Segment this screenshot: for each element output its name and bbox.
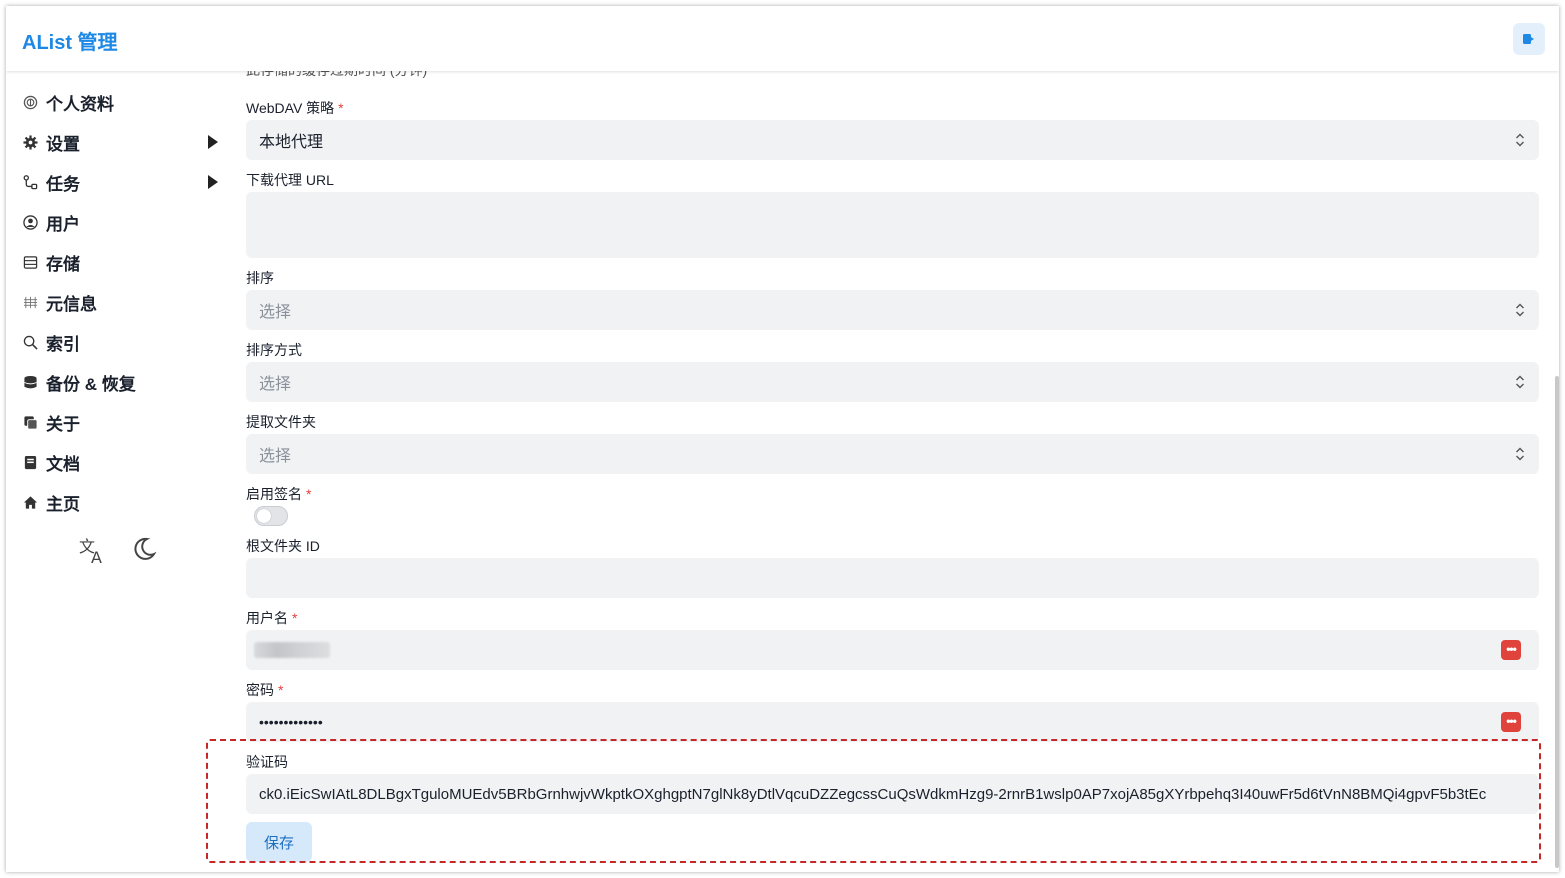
sidebar-item-label: 个人资料: [46, 94, 114, 114]
captcha-label: 验证码: [246, 754, 288, 770]
sidebar-item-about[interactable]: 关于: [22, 410, 218, 434]
password-dots: •••••••••••••: [259, 714, 323, 730]
sidebar-tools: 文A: [78, 535, 158, 570]
fingerprint-icon: [22, 94, 38, 110]
required-mark: *: [292, 610, 298, 626]
order-by-label: 排序: [246, 270, 274, 286]
moon-icon[interactable]: [130, 535, 158, 570]
extract-folder-select[interactable]: 选择: [246, 434, 1539, 474]
username-label: 用户名 *: [246, 608, 297, 628]
webdav-policy-select[interactable]: 本地代理: [246, 120, 1539, 160]
password-input[interactable]: ••••••••••••• •••: [246, 702, 1539, 742]
svg-text:A: A: [91, 548, 102, 565]
storage-edit-form: 此存储的缓存过期时间 (分钟) WebDAV 策略* 本地代理 下载代理 URL…: [246, 71, 1540, 872]
root-folder-id-input[interactable]: [246, 558, 1539, 598]
username-input[interactable]: •••: [246, 630, 1539, 670]
app-title[interactable]: AList 管理: [22, 26, 118, 55]
enable-sign-label: 启用签名 *: [246, 484, 311, 504]
required-mark: *: [338, 100, 344, 116]
sidebar-item-label: 关于: [46, 414, 80, 434]
download-proxy-url-label: 下载代理 URL: [246, 172, 334, 188]
selected-value: 本地代理: [259, 134, 324, 151]
webdav-policy-label: WebDAV 策略 *: [246, 98, 344, 118]
label-text: 启用签名: [246, 486, 302, 502]
sidebar-item-label: 主页: [46, 494, 80, 514]
password-manager-icon[interactable]: •••: [1501, 712, 1521, 732]
sidebar-item-backup-restore[interactable]: 备份 & 恢复: [22, 370, 218, 394]
stack-icon: [22, 374, 38, 390]
captcha-value: ck0.iEicSwIAtL8DLBgxTguloMUEdv5BRbGrnhwj…: [259, 785, 1487, 803]
label-text: 密码: [246, 682, 274, 698]
sidebar-item-label: 文档: [46, 454, 80, 474]
select-placeholder: 选择: [259, 448, 292, 465]
select-chevrons-icon: [1516, 375, 1524, 389]
sidebar-item-label: 任务: [46, 174, 80, 194]
sidebar-item-docs[interactable]: 文档: [22, 450, 218, 474]
label-text: WebDAV 策略: [246, 100, 335, 116]
sidebar-item-tasks[interactable]: 任务: [22, 170, 218, 194]
sidebar-item-metadata[interactable]: 元信息: [22, 290, 218, 314]
sidebar-item-label: 元信息: [46, 294, 97, 314]
sidebar-item-profile[interactable]: 个人资料: [22, 90, 218, 114]
cache-expiration-hint: 此存储的缓存过期时间 (分钟): [246, 71, 427, 80]
flow-icon: [22, 174, 38, 190]
logout-button[interactable]: [1513, 23, 1545, 55]
expand-arrow-icon[interactable]: [208, 175, 218, 189]
select-chevrons-icon: [1516, 133, 1524, 147]
select-chevrons-icon: [1516, 303, 1524, 317]
order-direction-label: 排序方式: [246, 342, 302, 358]
order-by-select[interactable]: 选择: [246, 290, 1539, 330]
translate-icon[interactable]: 文A: [78, 535, 108, 570]
select-placeholder: 选择: [259, 376, 292, 393]
sidebar-item-label: 设置: [46, 134, 80, 154]
sidebar-item-settings[interactable]: 设置: [22, 130, 218, 154]
app-window: AList 管理 个人资料 设置 任务 用户 存储 元信息 索引 备份 & 恢复…: [6, 6, 1559, 872]
home-icon: [22, 494, 38, 510]
gear-icon: [22, 134, 38, 150]
redacted-username: [254, 642, 330, 658]
password-label: 密码 *: [246, 680, 283, 700]
enable-sign-toggle[interactable]: [254, 506, 288, 526]
sidebar-item-label: 用户: [46, 214, 80, 234]
password-manager-icon[interactable]: •••: [1501, 640, 1521, 660]
save-button[interactable]: 保存: [246, 822, 312, 862]
sidebar-item-storage[interactable]: 存储: [22, 250, 218, 274]
sidebar-item-users[interactable]: 用户: [22, 210, 218, 234]
sidebar-item-label: 存储: [46, 254, 80, 274]
vertical-scrollbar[interactable]: [1555, 376, 1559, 868]
root-folder-id-label: 根文件夹 ID: [246, 538, 320, 554]
select-chevrons-icon: [1516, 447, 1524, 461]
top-header: AList 管理: [6, 6, 1559, 71]
sidebar-item-home[interactable]: 主页: [22, 490, 218, 514]
search-icon: [22, 334, 38, 350]
order-direction-select[interactable]: 选择: [246, 362, 1539, 402]
extract-folder-label: 提取文件夹: [246, 414, 316, 430]
select-placeholder: 选择: [259, 304, 292, 321]
copy-icon: [22, 414, 38, 430]
download-proxy-url-textarea[interactable]: [246, 192, 1539, 258]
database-icon: [22, 254, 38, 270]
metadata-icon: [22, 294, 38, 310]
required-mark: *: [278, 682, 284, 698]
sidebar-item-index[interactable]: 索引: [22, 330, 218, 354]
expand-arrow-icon[interactable]: [208, 135, 218, 149]
captcha-input[interactable]: ck0.iEicSwIAtL8DLBgxTguloMUEdv5BRbGrnhwj…: [246, 774, 1539, 814]
user-circle-icon: [22, 214, 38, 230]
book-icon: [22, 454, 38, 470]
toggle-knob: [257, 509, 271, 523]
sidebar: 个人资料 设置 任务 用户 存储 元信息 索引 备份 & 恢复 关于 文档 主页…: [6, 71, 232, 872]
sidebar-item-label: 索引: [46, 334, 80, 354]
required-mark: *: [306, 486, 312, 502]
label-text: 用户名: [246, 610, 288, 626]
sidebar-item-label: 备份 & 恢复: [46, 374, 136, 394]
logout-icon: [1523, 34, 1534, 44]
